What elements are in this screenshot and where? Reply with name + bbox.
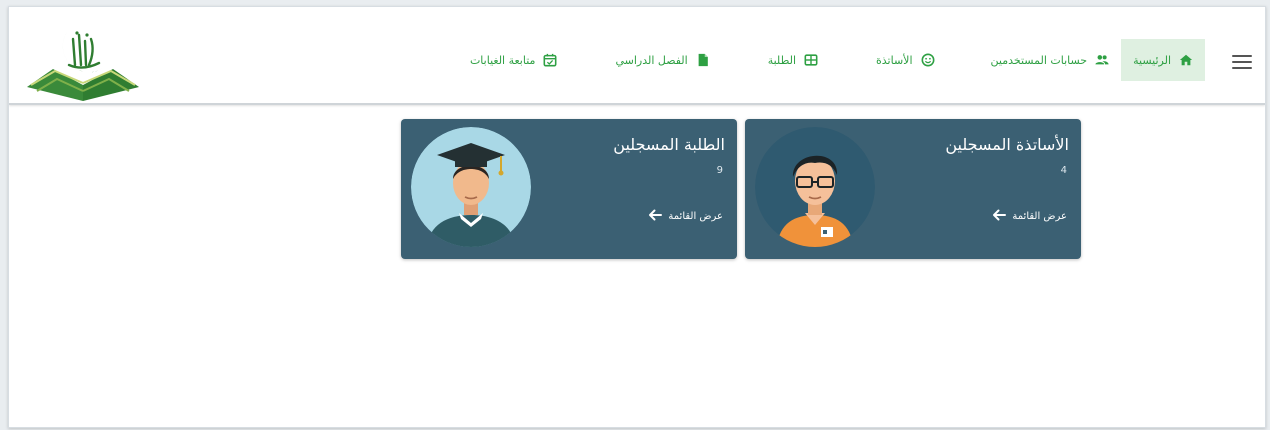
nav-item-label: الأساتذة: [876, 53, 913, 67]
view-list-link[interactable]: عرض القائمة: [992, 209, 1067, 224]
smiley-icon: [921, 53, 935, 67]
nav-item-label: الفصل الدراسي: [615, 53, 688, 67]
nav-item-home[interactable]: الرئيسية: [1121, 39, 1205, 81]
teachers-card: الأساتذة المسجلين 4 عرض القائمة: [745, 119, 1081, 259]
view-list-link[interactable]: عرض القائمة: [648, 209, 723, 224]
grid-icon: [804, 53, 818, 67]
card-count: 4: [1060, 165, 1067, 176]
hamburger-menu-button[interactable]: [1229, 51, 1255, 73]
book-logo-icon[interactable]: [23, 21, 145, 103]
hamburger-line: [1232, 61, 1252, 63]
app-window: الرئيسية حسابات المستخدمين الأساتذة الطل…: [8, 6, 1266, 428]
link-label: عرض القائمة: [668, 211, 723, 222]
nav-item-teachers[interactable]: الأساتذة: [864, 39, 947, 81]
students-card: الطلبة المسجلين 9 عرض القائمة: [401, 119, 737, 259]
users-icon: [1095, 53, 1109, 67]
teacher-avatar: [755, 127, 875, 247]
card-count: 9: [716, 165, 723, 176]
nav-item-label: متابعة الغيابات: [469, 53, 536, 67]
nav-item-user-accounts[interactable]: حسابات المستخدمين: [979, 39, 1122, 81]
student-avatar: [411, 127, 531, 247]
home-icon: [1179, 53, 1193, 67]
nav-item-semester[interactable]: الفصل الدراسي: [603, 39, 721, 81]
card-title: الأساتذة المسجلين: [945, 135, 1069, 154]
nav-item-label: الرئيسية: [1133, 53, 1171, 67]
calendar-check-icon: [543, 53, 557, 67]
link-label: عرض القائمة: [1012, 211, 1067, 222]
hamburger-line: [1232, 67, 1252, 69]
nav-menu: الرئيسية حسابات المستخدمين الأساتذة الطل…: [424, 39, 1205, 81]
nav-item-absence-tracking[interactable]: متابعة الغيابات: [458, 39, 569, 81]
hamburger-line: [1232, 55, 1252, 57]
document-icon: [696, 53, 710, 67]
nav-item-students[interactable]: الطلبة: [756, 39, 830, 81]
arrow-left-icon: [648, 209, 663, 224]
top-navbar: الرئيسية حسابات المستخدمين الأساتذة الطل…: [9, 7, 1265, 105]
nav-item-label: الطلبة: [767, 53, 797, 67]
nav-item-label: حسابات المستخدمين: [990, 53, 1088, 67]
arrow-left-icon: [992, 209, 1007, 224]
card-title: الطلبة المسجلين: [613, 135, 725, 154]
